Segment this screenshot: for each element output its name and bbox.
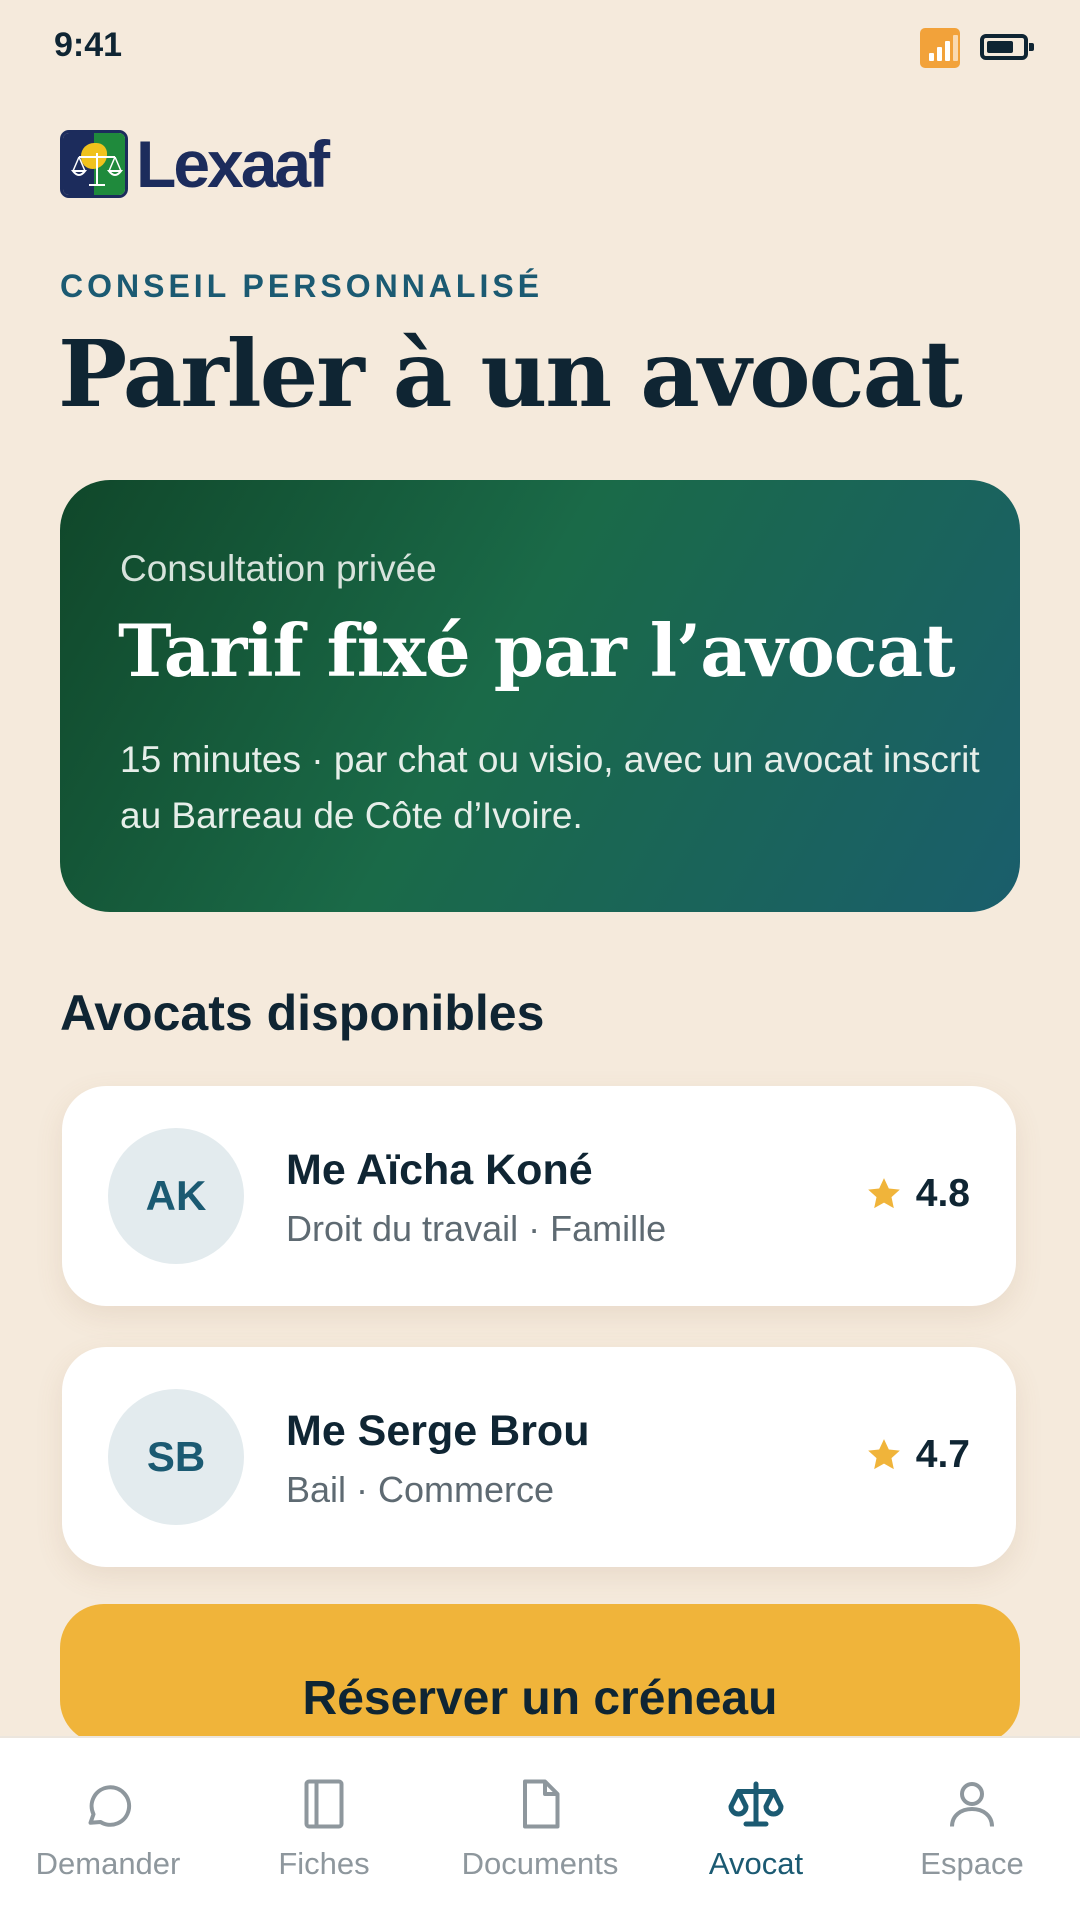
avatar: SB bbox=[108, 1389, 244, 1525]
nav-label: Fiches bbox=[278, 1846, 370, 1881]
app-logo: Lexaaf bbox=[60, 127, 330, 201]
rating-value: 4.8 bbox=[915, 1172, 970, 1215]
lawyer-specialties: Bail · Commerce bbox=[286, 1469, 555, 1510]
status-time: 9:41 bbox=[54, 26, 123, 64]
nav-item-avocat[interactable]: Avocat bbox=[648, 1738, 864, 1920]
lawyer-card[interactable]: SB Me Serge Brou Bail · Commerce 4.7 bbox=[62, 1347, 1016, 1567]
nav-item-espace[interactable]: Espace bbox=[864, 1738, 1080, 1920]
bottom-nav: Demander Fiches Documents Avocat Espace bbox=[0, 1736, 1080, 1920]
status-bar: 9:41 bbox=[0, 0, 1080, 95]
lawyer-card[interactable]: AK Me Aïcha Koné Droit du travail · Fami… bbox=[62, 1086, 1016, 1306]
nav-label: Avocat bbox=[708, 1846, 804, 1881]
hero-eyebrow: Consultation privée bbox=[120, 548, 437, 589]
signal-icon bbox=[920, 28, 960, 68]
hero-description: 15 minutes · par chat ou visio, avec un … bbox=[120, 739, 980, 836]
battery-level bbox=[987, 41, 1013, 53]
document-icon bbox=[523, 1779, 560, 1829]
rating-value: 4.7 bbox=[915, 1433, 970, 1476]
chat-bubble-icon bbox=[88, 1785, 132, 1827]
star-icon bbox=[867, 1178, 900, 1209]
section-eyebrow: CONSEIL PERSONNALISÉ bbox=[60, 268, 544, 304]
star-icon bbox=[867, 1439, 900, 1470]
hero-title: Tarif fixé par l’avocat bbox=[118, 608, 955, 693]
nav-item-fiches[interactable]: Fiches bbox=[216, 1738, 432, 1920]
scales-icon bbox=[728, 1781, 784, 1827]
nav-item-demander[interactable]: Demander bbox=[0, 1738, 216, 1920]
nav-label: Espace bbox=[920, 1846, 1024, 1881]
rating: 4.7 bbox=[864, 1433, 970, 1477]
lawyer-specialties: Droit du travail · Famille bbox=[286, 1208, 667, 1249]
book-slot-button[interactable]: Réserver un créneau bbox=[60, 1604, 1020, 1744]
nav-label: Documents bbox=[461, 1846, 619, 1881]
rating: 4.8 bbox=[864, 1172, 970, 1216]
page-title: Parler à un avocat bbox=[58, 320, 963, 428]
user-icon bbox=[950, 1782, 994, 1827]
consultation-hero-card: Consultation privée Tarif fixé par l’avo… bbox=[60, 480, 1020, 912]
nav-label: Demander bbox=[35, 1846, 181, 1881]
logo-wordmark: Lexaaf bbox=[136, 127, 330, 201]
lawyers-section-title: Avocats disponibles bbox=[60, 985, 545, 1041]
nav-item-documents[interactable]: Documents bbox=[432, 1738, 648, 1920]
lawyer-name: Me Aïcha Koné bbox=[286, 1146, 593, 1194]
book-icon bbox=[304, 1779, 344, 1829]
battery-icon bbox=[980, 34, 1034, 60]
logo-emblem-icon bbox=[60, 130, 128, 198]
lawyer-name: Me Serge Brou bbox=[286, 1407, 590, 1455]
avatar: AK bbox=[108, 1128, 244, 1264]
